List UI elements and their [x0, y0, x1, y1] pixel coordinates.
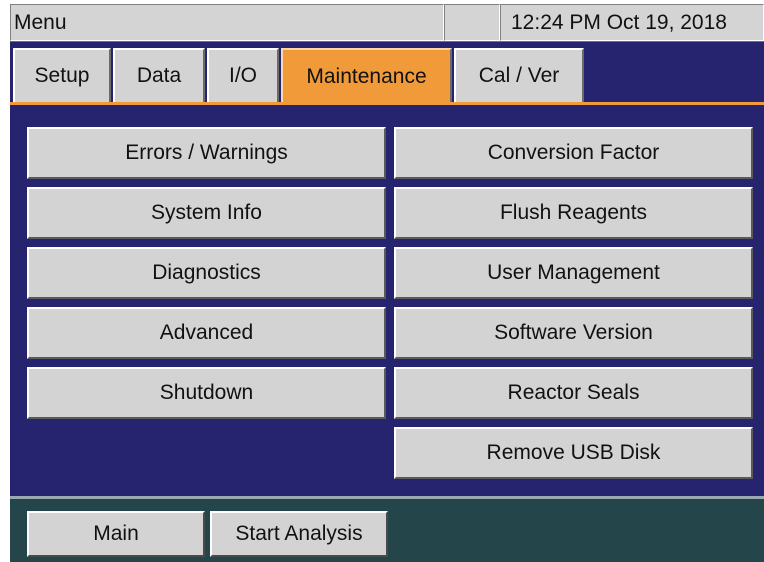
tab-data[interactable]: Data: [113, 48, 205, 102]
tab-io[interactable]: I/O: [207, 48, 279, 102]
reactor-seals-button[interactable]: Reactor Seals: [394, 367, 753, 419]
conversion-factor-button[interactable]: Conversion Factor: [394, 127, 753, 179]
tab-cal-ver[interactable]: Cal / Ver: [454, 48, 584, 102]
remove-usb-disk-button[interactable]: Remove USB Disk: [394, 427, 753, 479]
advanced-button[interactable]: Advanced: [27, 307, 386, 359]
flush-reagents-button[interactable]: Flush Reagents: [394, 187, 753, 239]
errors-warnings-button[interactable]: Errors / Warnings: [27, 127, 386, 179]
start-analysis-button[interactable]: Start Analysis: [210, 511, 388, 557]
bottom-bar: Main Start Analysis: [10, 496, 764, 562]
status-cell: [444, 4, 500, 41]
system-info-button[interactable]: System Info: [27, 187, 386, 239]
tab-strip: Setup Data I/O Maintenance Cal / Ver: [10, 42, 764, 104]
tab-setup[interactable]: Setup: [13, 48, 111, 102]
title-bar: Menu 12:24 PM Oct 19, 2018: [10, 4, 764, 42]
software-version-button[interactable]: Software Version: [394, 307, 753, 359]
maintenance-panel: Errors / Warnings System Info Diagnostic…: [10, 102, 764, 496]
app-window: Menu 12:24 PM Oct 19, 2018 Setup Data I/…: [10, 4, 764, 562]
diagnostics-button[interactable]: Diagnostics: [27, 247, 386, 299]
shutdown-button[interactable]: Shutdown: [27, 367, 386, 419]
tab-maintenance[interactable]: Maintenance: [281, 48, 452, 104]
menu-title: Menu: [10, 4, 444, 41]
datetime-display: 12:24 PM Oct 19, 2018: [500, 4, 764, 41]
user-management-button[interactable]: User Management: [394, 247, 753, 299]
main-button[interactable]: Main: [27, 511, 205, 557]
